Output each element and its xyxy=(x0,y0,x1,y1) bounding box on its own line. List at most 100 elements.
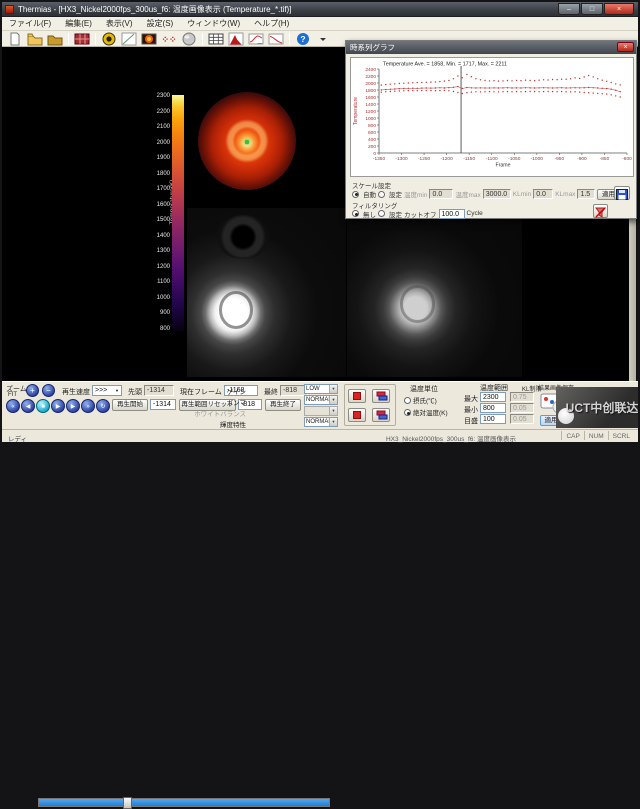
radio-icon xyxy=(404,409,411,416)
title-bar: Thermias - [HX3_Nickel2000fps_300us_f6: … xyxy=(2,2,638,17)
filter-none-radio[interactable] xyxy=(352,210,359,217)
thermal-image[interactable] xyxy=(198,92,296,190)
graph-window-titlebar: 時系列グラフ × xyxy=(346,41,636,54)
maximize-button[interactable]: □ xyxy=(581,3,603,15)
gain-dropdown[interactable]: LOW▼ xyxy=(304,384,338,394)
scale-field-label: KLmax xyxy=(555,191,575,198)
red-blue-display-button-1[interactable] xyxy=(372,389,390,403)
temp-range-value-field[interactable]: 100 xyxy=(480,414,506,424)
time-series-chart[interactable]: 0200400600800100012001400160018002000220… xyxy=(351,58,633,176)
svg-text:Frame: Frame xyxy=(496,163,511,169)
temp-unit-label: 温度単位 xyxy=(410,384,438,394)
menu-item-5[interactable]: ウィンドウ(W) xyxy=(180,18,247,29)
grid-icon[interactable] xyxy=(206,31,226,46)
graph-window-title: 時系列グラフ xyxy=(350,43,395,52)
svg-text:-1250: -1250 xyxy=(418,156,431,162)
menu-item-6[interactable]: ヘルプ(H) xyxy=(247,18,296,29)
dropdown-arrow-icon[interactable] xyxy=(313,31,333,46)
camera-target-icon[interactable] xyxy=(99,31,119,46)
slider-handle[interactable] xyxy=(123,797,132,809)
menu-item-1[interactable]: ファイル(F) xyxy=(2,18,58,29)
minimize-button[interactable]: – xyxy=(558,3,580,15)
grayscale-image-left[interactable] xyxy=(187,208,346,377)
svg-text:-1200: -1200 xyxy=(440,156,453,162)
svg-text:-800: -800 xyxy=(622,156,632,162)
svg-text:400: 400 xyxy=(368,137,376,143)
graph-close-button[interactable]: × xyxy=(617,42,634,52)
svg-text:0: 0 xyxy=(373,151,376,157)
svg-text:1000: 1000 xyxy=(365,116,376,122)
grayscale-image-right[interactable] xyxy=(347,210,522,377)
colorbar-tick: 1200 xyxy=(157,264,170,270)
chart-rising-icon[interactable] xyxy=(246,31,266,46)
scale-manual-radio[interactable] xyxy=(378,191,385,198)
svg-text:1800: 1800 xyxy=(365,88,376,94)
red-blue-display-button-2[interactable] xyxy=(372,408,390,422)
status-ready: レディ xyxy=(8,433,27,443)
film-frames-icon[interactable] xyxy=(72,31,92,46)
colorbar-tick: 800 xyxy=(160,326,170,332)
pattern-icon[interactable]: ⁘⁘ xyxy=(159,31,179,46)
roi-marker xyxy=(245,140,249,144)
temp-max-field[interactable]: 3000.0 xyxy=(483,189,511,199)
red-display-button-1[interactable] xyxy=(348,389,366,403)
display-mode-group xyxy=(344,384,396,426)
white-balance-dropdown[interactable]: ▼ xyxy=(304,406,338,416)
menu-item-4[interactable]: 設定(S) xyxy=(140,18,181,29)
thermal-image-icon[interactable] xyxy=(139,31,159,46)
temp-unit-option-1[interactable]: 摂氏(℃) xyxy=(404,395,437,405)
filtering-row: 無し 設定 カットオフ 100.0 Cycle xyxy=(352,208,592,219)
status-file: HX3_Nickel2000fps_300us_f6: 温度画像表示 xyxy=(386,433,516,443)
save-folder-icon[interactable] xyxy=(45,31,65,46)
red-display-button-2[interactable] xyxy=(348,408,366,422)
close-button[interactable]: × xyxy=(604,3,634,15)
toolbar-separator xyxy=(68,33,69,45)
menu-item-3[interactable]: 表示(V) xyxy=(99,18,140,29)
colorbar-tick: 1600 xyxy=(157,202,170,208)
gamma-dropdown[interactable]: NORMAL▼ xyxy=(304,395,338,405)
filter-manual-radio[interactable] xyxy=(378,210,385,217)
filter-toggle-button[interactable] xyxy=(593,204,608,218)
svg-text:2000: 2000 xyxy=(365,81,376,87)
kl-max-field[interactable]: 1.5 xyxy=(577,189,595,199)
scale-auto-radio[interactable] xyxy=(352,191,359,198)
svg-text:⁘⁘: ⁘⁘ xyxy=(161,34,176,44)
scale-field-label: KLmin xyxy=(513,191,531,198)
new-file-icon[interactable] xyxy=(5,31,25,46)
menu-item-2[interactable]: 編集(E) xyxy=(58,18,99,29)
temp-unit-option-2[interactable]: 絶対温度(K) xyxy=(404,407,448,417)
help-icon[interactable]: ? xyxy=(293,31,313,46)
cutoff-field[interactable]: 100.0 xyxy=(439,209,465,219)
temp-range-row-label: 目盛 xyxy=(464,416,478,426)
colorbar-tick: 1500 xyxy=(157,217,170,223)
luminance-label: 輝度特性 xyxy=(220,419,246,429)
filter-off-icon xyxy=(595,207,606,218)
svg-text:2400: 2400 xyxy=(365,67,376,73)
temp-range-value-field[interactable]: 2300 xyxy=(480,392,506,402)
sphere-icon[interactable] xyxy=(179,31,199,46)
save-graph-button[interactable] xyxy=(614,186,630,200)
temp-range-value-field[interactable]: 800 xyxy=(480,403,506,413)
histogram-icon[interactable] xyxy=(226,31,246,46)
line-chart-icon[interactable] xyxy=(119,31,139,46)
colorbar-tick: 2300 xyxy=(157,93,170,99)
cutoff-label: カットオフ xyxy=(404,209,437,219)
colorbar-tick: 900 xyxy=(160,310,170,316)
colorbar-tick: 1700 xyxy=(157,186,170,192)
svg-text:-1000: -1000 xyxy=(531,156,544,162)
temp-min-field[interactable]: 0.0 xyxy=(429,189,453,199)
luminance-dropdown[interactable]: NORMAL▼ xyxy=(304,417,338,427)
temp-unit-group: 温度単位 摂氏(℃) 絶対温度(K) xyxy=(400,384,462,426)
kl-min-field[interactable]: 0.0 xyxy=(533,189,553,199)
chart-area[interactable]: 0200400600800100012001400160018002000220… xyxy=(350,57,634,177)
image-adjust-combos: ゲインLOW▼ガンマNORMAL▼ホワイトバランス▼輝度特性NORMAL▼ xyxy=(2,384,342,428)
chart-falling-icon[interactable] xyxy=(266,31,286,46)
colorbar-tick: 1900 xyxy=(157,155,170,161)
chevron-down-icon: ▼ xyxy=(329,385,337,393)
frame-slider[interactable] xyxy=(38,798,330,807)
colorbar-tick: 1800 xyxy=(157,171,170,177)
scale-field-label: 温度min xyxy=(404,189,427,199)
svg-text:2200: 2200 xyxy=(365,74,376,80)
temp-unit-option-label: 絶対温度(K) xyxy=(413,410,448,417)
open-folder-icon[interactable] xyxy=(25,31,45,46)
